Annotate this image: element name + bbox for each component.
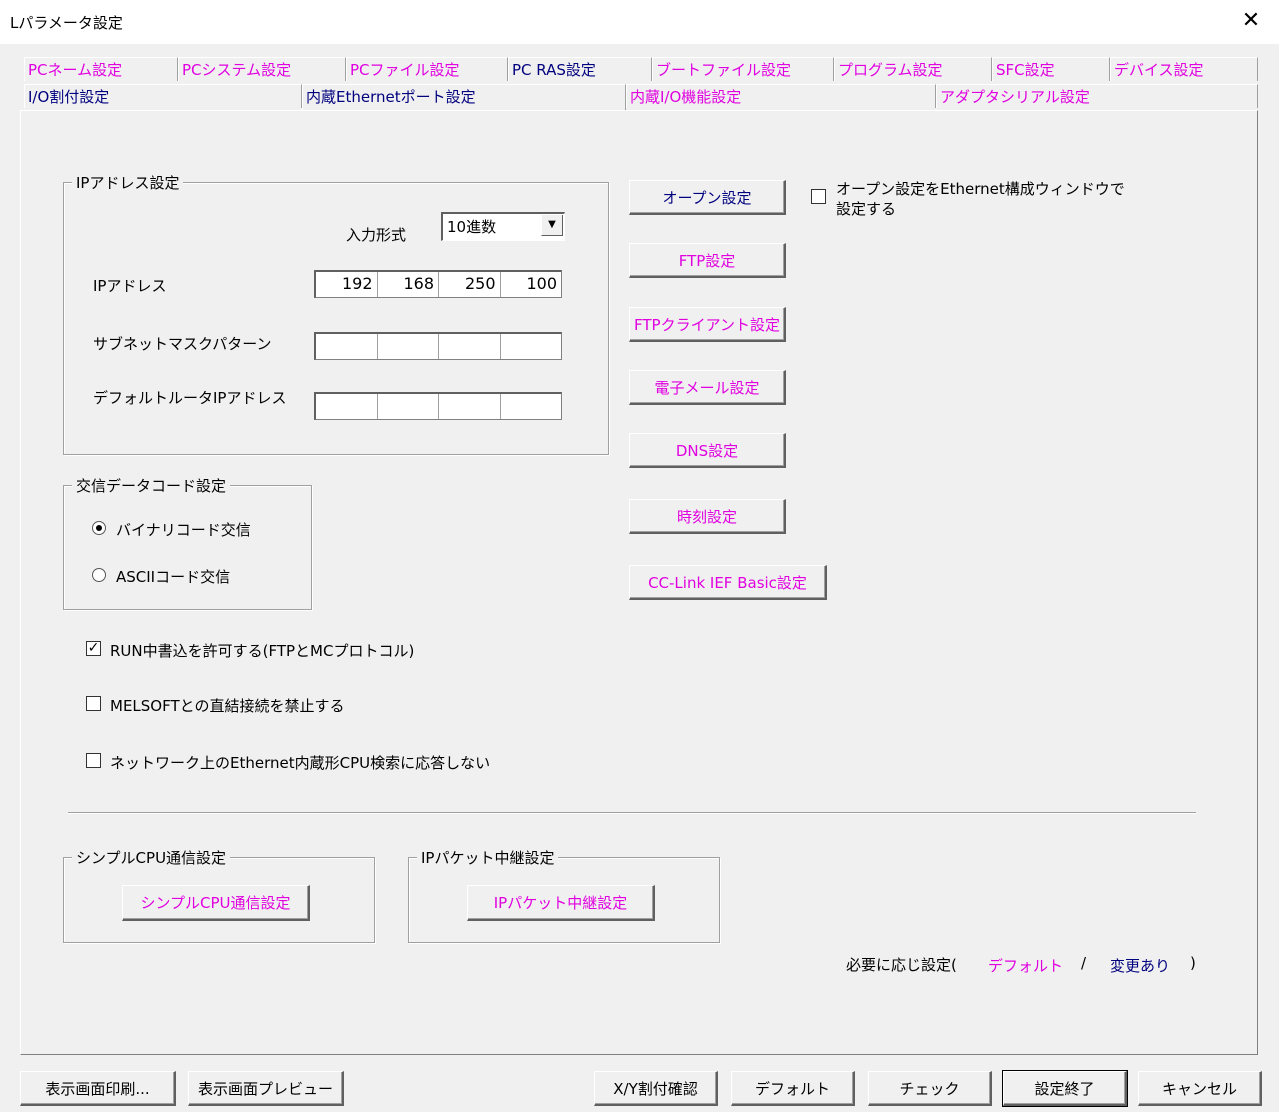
tab-pc-name[interactable]: PCネーム設定 xyxy=(24,57,178,81)
open-settings-button[interactable]: オープン設定 xyxy=(629,180,786,215)
gateway-octet-3[interactable] xyxy=(439,394,501,419)
subnet-octet-3[interactable] xyxy=(439,334,501,359)
legend-suffix: ) xyxy=(1190,954,1196,972)
default-button[interactable]: デフォルト xyxy=(731,1071,855,1106)
subnet-mask-input[interactable] xyxy=(314,332,562,360)
ip-octet-3[interactable]: 250 xyxy=(439,272,501,297)
gateway-octet-2[interactable] xyxy=(378,394,439,419)
tab-adapter-serial[interactable]: アダプタシリアル設定 xyxy=(936,84,1258,108)
ip-address-label: IPアドレス xyxy=(93,277,167,295)
email-settings-button[interactable]: 電子メール設定 xyxy=(629,370,786,405)
tab-builtin-ethernet[interactable]: 内蔵Ethernetポート設定 xyxy=(302,84,626,111)
cpu-search-label[interactable]: ネットワーク上のEthernet内蔵形CPU検索に応答しない xyxy=(110,752,490,773)
ip-octet-1[interactable]: 192 xyxy=(316,272,378,297)
ascii-radio[interactable] xyxy=(92,568,106,582)
legend-default: デフォルト xyxy=(988,957,1064,975)
radio-dot-icon xyxy=(96,525,102,531)
melsoft-checkbox[interactable] xyxy=(86,696,101,711)
window-title: Lパラメータ設定 xyxy=(10,14,123,32)
cancel-button[interactable]: キャンセル xyxy=(1138,1071,1262,1106)
gateway-octet-4[interactable] xyxy=(501,394,562,419)
open-ethernet-label[interactable]: オープン設定をEthernet構成ウィンドウで 設定する xyxy=(836,179,1125,219)
simple-cpu-settings-button[interactable]: シンプルCPU通信設定 xyxy=(122,885,310,921)
chevron-down-icon[interactable]: ▼ xyxy=(541,215,563,236)
tab-io-assign[interactable]: I/O割付設定 xyxy=(24,84,302,108)
tab-pc-file[interactable]: PCファイル設定 xyxy=(346,57,508,81)
tab-pc-ras[interactable]: PC RAS設定 xyxy=(508,57,652,81)
subnet-octet-2[interactable] xyxy=(378,334,439,359)
ip-octet-4[interactable]: 100 xyxy=(501,272,562,297)
tab-device[interactable]: デバイス設定 xyxy=(1110,57,1258,81)
ip-address-input[interactable]: 192 168 250 100 xyxy=(314,270,562,298)
dns-settings-button[interactable]: DNS設定 xyxy=(629,433,786,468)
legend-slash: / xyxy=(1081,954,1087,972)
time-settings-button[interactable]: 時刻設定 xyxy=(629,499,786,534)
ascii-label[interactable]: ASCIIコード交信 xyxy=(116,566,230,587)
check-button[interactable]: チェック xyxy=(868,1071,992,1106)
melsoft-label[interactable]: MELSOFTとの直結接続を禁止する xyxy=(110,695,344,716)
legend-prefix: 必要に応じ設定( xyxy=(846,956,957,974)
print-preview-button[interactable]: 表示画面プレビュー xyxy=(188,1071,344,1106)
finish-settings-button[interactable]: 設定終了 xyxy=(1002,1070,1128,1107)
ftp-client-settings-button[interactable]: FTPクライアント設定 xyxy=(629,307,786,342)
tab-boot-file[interactable]: ブートファイル設定 xyxy=(652,57,834,81)
tab-sfc[interactable]: SFC設定 xyxy=(992,57,1110,81)
ip-relay-settings-button[interactable]: IPパケット中継設定 xyxy=(467,885,655,921)
binary-radio[interactable] xyxy=(92,521,106,535)
print-screen-button[interactable]: 表示画面印刷... xyxy=(20,1071,176,1106)
title-bar xyxy=(0,0,1279,44)
input-format-label: 入力形式 xyxy=(346,226,407,244)
input-format-value: 10進数 xyxy=(447,218,497,236)
separator-line xyxy=(68,812,1196,814)
binary-label[interactable]: バイナリコード交信 xyxy=(116,519,251,540)
tab-builtin-io[interactable]: 内蔵I/O機能設定 xyxy=(626,84,936,108)
cclink-ief-basic-button[interactable]: CC-Link IEF Basic設定 xyxy=(629,565,827,600)
legend-changed: 変更あり xyxy=(1110,957,1171,975)
data-code-group-title: 交信データコード設定 xyxy=(72,475,231,496)
run-write-checkbox[interactable]: ✓ xyxy=(86,641,101,656)
gateway-octet-1[interactable] xyxy=(316,394,378,419)
close-icon[interactable]: ✕ xyxy=(1236,6,1266,36)
cpu-search-checkbox[interactable] xyxy=(86,753,101,768)
simple-cpu-group-title: シンプルCPU通信設定 xyxy=(72,847,231,868)
gateway-input[interactable] xyxy=(314,392,562,420)
xy-assign-check-button[interactable]: X/Y割付確認 xyxy=(594,1071,718,1106)
subnet-mask-label: サブネットマスクパターン xyxy=(93,335,272,353)
subnet-octet-4[interactable] xyxy=(501,334,562,359)
ip-relay-group-title: IPパケット中継設定 xyxy=(417,847,559,868)
ip-octet-2[interactable]: 168 xyxy=(378,272,439,297)
subnet-octet-1[interactable] xyxy=(316,334,378,359)
ftp-settings-button[interactable]: FTP設定 xyxy=(629,243,786,278)
input-format-select[interactable]: 10進数 ▼ xyxy=(441,212,565,241)
open-ethernet-checkbox[interactable] xyxy=(811,189,826,204)
ip-group-title: IPアドレス設定 xyxy=(72,172,184,193)
data-code-group: 交信データコード設定 xyxy=(63,475,312,610)
run-write-label[interactable]: RUN中書込を許可する(FTPとMCプロトコル) xyxy=(110,640,414,661)
gateway-label: デフォルトルータIPアドレス xyxy=(93,389,287,407)
tab-program[interactable]: プログラム設定 xyxy=(834,57,992,81)
tab-pc-system[interactable]: PCシステム設定 xyxy=(178,57,346,81)
